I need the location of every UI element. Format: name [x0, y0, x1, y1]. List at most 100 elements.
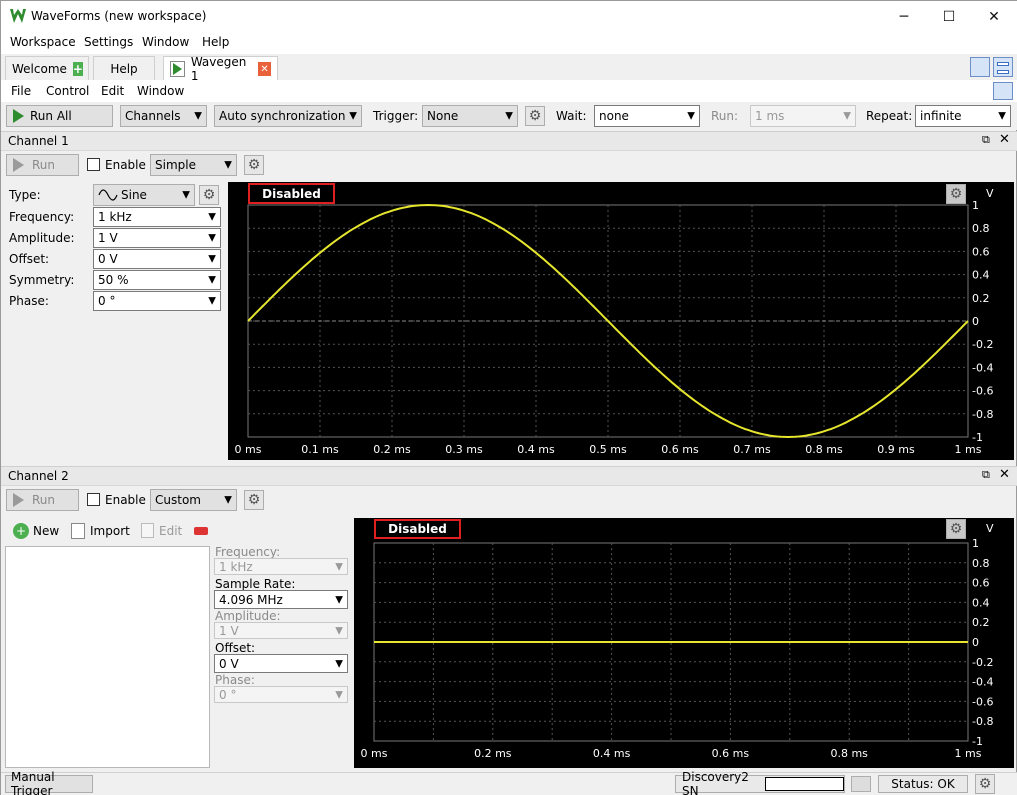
ch2-amplitude-label: Amplitude:: [215, 609, 281, 623]
y-tick-label: 0.6: [972, 245, 990, 258]
x-tick-label: 0.5 ms: [589, 443, 627, 456]
close-icon[interactable]: ✕: [999, 467, 1010, 482]
menu-file[interactable]: File: [11, 84, 31, 98]
menu-control[interactable]: Control: [46, 84, 89, 98]
x-tick-label: 0.7 ms: [733, 443, 771, 456]
phase-input[interactable]: 0 ° ▼: [93, 291, 221, 311]
y-tick-label: 0.2: [972, 616, 990, 629]
menu-edit[interactable]: Edit: [101, 84, 124, 98]
channel2-settings-gear-icon[interactable]: ⚙: [244, 490, 264, 510]
ch2-phase-input[interactable]: 0 ° ▼: [214, 686, 348, 703]
undock-icon[interactable]: ⧉: [982, 468, 990, 482]
frequency-input[interactable]: 1 kHz ▼: [93, 207, 221, 227]
tile-vertical-icon[interactable]: [993, 57, 1013, 77]
x-tick-label: 1 ms: [955, 747, 982, 760]
frequency-value: 1 kHz: [98, 210, 132, 224]
restore-window-icon[interactable]: [993, 82, 1013, 100]
x-tick-label: 0.3 ms: [445, 443, 483, 456]
status-gear-icon[interactable]: ⚙: [975, 774, 995, 794]
tile-horizontal-icon[interactable]: [970, 57, 990, 77]
ch2-frequency-input[interactable]: 1 kHz ▼: [214, 558, 348, 575]
channel1-mode-dropdown[interactable]: Simple ▼: [150, 154, 237, 176]
frequency-label: Frequency:: [9, 210, 75, 224]
sync-dropdown[interactable]: Auto synchronization ▼: [214, 105, 362, 127]
channel1-disabled-badge: Disabled: [248, 183, 335, 204]
channel2-header: [1, 466, 1017, 486]
y-tick-label: 0.4: [972, 596, 990, 609]
y-tick-label: 0: [972, 636, 979, 649]
tab-help[interactable]: Help: [93, 56, 155, 80]
channel1-plot-svg: 10.80.60.40.20-0.2-0.4-0.6-0.8-10 ms 0.1 …: [235, 199, 994, 456]
x-tick-label: 0.6 ms: [712, 747, 750, 760]
channel2-mode-dropdown[interactable]: Custom ▼: [150, 489, 237, 511]
new-button[interactable]: + New: [13, 523, 59, 539]
minimize-button[interactable]: ─: [881, 1, 927, 32]
channels-dropdown[interactable]: Channels ▼: [120, 105, 207, 127]
channel1-plot-gear-icon[interactable]: ⚙: [946, 184, 966, 204]
x-tick-label: 0.4 ms: [517, 443, 555, 456]
channel2-enable-checkbox[interactable]: [87, 493, 100, 506]
channel2-unit-label: V: [986, 522, 994, 535]
channel1-plot[interactable]: 1 0.8 0.6 0.4 0.2 0 -0.2 -0.4 -0.6 -0.8 -1 0 ms 0.1 …: [228, 182, 1014, 460]
ch2-offset-input[interactable]: 0 V ▼: [214, 654, 348, 673]
ch2-amplitude-value: 1 V: [219, 623, 239, 638]
type-settings-gear-icon[interactable]: ⚙: [199, 185, 219, 205]
ch2-amplitude-input[interactable]: 1 V ▼: [214, 622, 348, 639]
repeat-input[interactable]: infinite ▼: [915, 105, 1011, 127]
menu-settings[interactable]: Settings: [84, 35, 133, 49]
run-all-button[interactable]: Run All: [6, 105, 113, 127]
x-tick-label: 0.4 ms: [593, 747, 631, 760]
channel1-enable-checkbox[interactable]: [87, 158, 100, 171]
channel2-plot[interactable]: 1 0.8 0.6 0.4 0.2 0 -0.2 -0.4 -0.6 -0.8 -1 0 ms 0.2 …: [354, 518, 1014, 768]
channel2-disabled-badge: Disabled: [374, 519, 461, 539]
trigger-dropdown[interactable]: None ▼: [422, 105, 518, 127]
channel1-run-button[interactable]: Run: [6, 154, 79, 176]
x-tick-label: 0.2 ms: [474, 747, 512, 760]
add-icon[interactable]: +: [72, 61, 83, 76]
edit-button[interactable]: Edit: [141, 523, 182, 538]
channel2-title: Channel 2: [8, 469, 69, 483]
channel2-plot-gear-icon[interactable]: ⚙: [946, 519, 966, 539]
channel2-mode-value: Custom: [155, 493, 201, 507]
trigger-settings-gear-icon[interactable]: ⚙: [525, 106, 545, 126]
wait-input[interactable]: none ▼: [594, 105, 700, 127]
offset-input[interactable]: 0 V ▼: [93, 249, 221, 269]
import-button[interactable]: Import: [71, 523, 130, 539]
ch2-frequency-label: Frequency:: [215, 545, 281, 559]
waveform-list[interactable]: [5, 546, 210, 768]
y-tick-label: -0.6: [972, 385, 993, 398]
maximize-button[interactable]: ☐: [926, 1, 972, 32]
close-window-button[interactable]: ✕: [971, 1, 1017, 32]
tab-wavegen-label: Wavegen 1: [190, 55, 247, 83]
channel1-settings-gear-icon[interactable]: ⚙: [244, 155, 264, 175]
device-icon[interactable]: [851, 776, 871, 792]
amplitude-input[interactable]: 1 V ▼: [93, 228, 221, 248]
tab-welcome[interactable]: Welcome +: [5, 56, 89, 80]
x-tick-label: 0 ms: [361, 747, 388, 760]
undock-icon[interactable]: ⧉: [982, 133, 990, 147]
y-tick-label: -0.4: [972, 676, 993, 689]
channel2-run-button[interactable]: Run: [6, 489, 79, 511]
run-time-input[interactable]: 1 ms ▼: [750, 105, 856, 127]
sample-rate-input[interactable]: 4.096 MHz ▼: [214, 590, 348, 609]
device-indicator[interactable]: Discovery2 SN: [675, 770, 845, 795]
symmetry-input[interactable]: 50 % ▼: [93, 270, 221, 290]
menu-window-sub[interactable]: Window: [137, 84, 184, 98]
manual-trigger-button[interactable]: Manual Trigger: [5, 770, 93, 795]
ch2-phase-value: 0 °: [219, 687, 237, 702]
trigger-label: Trigger:: [373, 109, 419, 123]
tab-wavegen[interactable]: Wavegen 1 ✕: [163, 55, 278, 83]
menu-workspace[interactable]: Workspace: [10, 35, 76, 49]
menu-help[interactable]: Help: [202, 35, 229, 49]
edit-icon: [141, 523, 154, 538]
type-dropdown[interactable]: Sine ▼: [93, 184, 195, 206]
menu-window[interactable]: Window: [142, 35, 189, 49]
close-tab-icon[interactable]: ✕: [258, 62, 272, 76]
close-icon[interactable]: ✕: [999, 132, 1010, 147]
channel1-unit-label: V: [986, 187, 994, 200]
phase-label: Phase:: [9, 294, 49, 308]
channel2-enable-label: Enable: [105, 493, 146, 507]
delete-icon[interactable]: [194, 527, 208, 535]
channel2-plot-svg: 10.80.60.40.20-0.2-0.4-0.6-0.8-10 ms 0.2 …: [361, 537, 994, 760]
tab-welcome-label: Welcome: [12, 61, 67, 76]
